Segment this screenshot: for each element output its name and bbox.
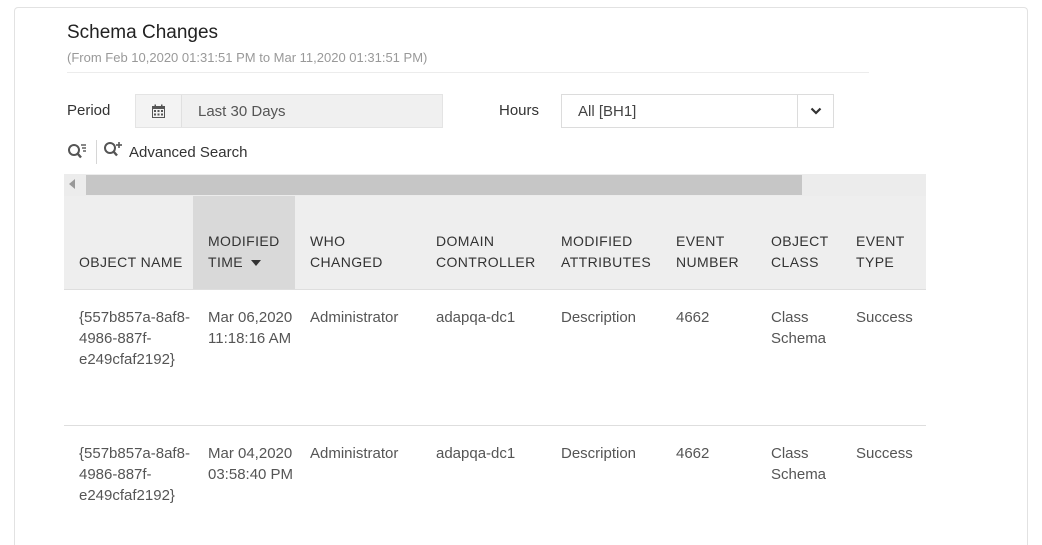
page-title: Schema Changes (67, 22, 219, 43)
date-range-subtitle: (From Feb 10,2020 01:31:51 PM to Mar 11,… (67, 50, 428, 65)
advanced-search-button[interactable]: Advanced Search (103, 141, 247, 163)
column-header-modified-attributes[interactable]: MODIFIED ATTRIBUTES (546, 196, 661, 289)
cell-event-number: 4662 (661, 288, 756, 425)
schema-changes-table: OBJECT NAME MODIFIED TIME WHO CHANGED DO… (64, 196, 926, 545)
cell-object-class: Class Schema (756, 424, 841, 545)
hours-value[interactable]: All [BH1] (562, 95, 797, 127)
table-row[interactable]: {557b857a-8af8-4986-887f-e249cfaf2192} M… (64, 424, 926, 545)
cell-object-name: {557b857a-8af8-4986-887f-e249cfaf2192} (64, 288, 193, 425)
column-header-domain-controller[interactable]: DOMAIN CONTROLLER (421, 196, 546, 289)
horizontal-scrollbar[interactable] (64, 174, 926, 196)
column-header-event-number[interactable]: EVENT NUMBER (661, 196, 756, 289)
cell-who-changed: Administrator (295, 424, 421, 545)
cell-domain-controller: adapqa-dc1 (421, 424, 546, 545)
cell-event-type: Success (841, 424, 926, 545)
cell-who-changed: Administrator (295, 288, 421, 425)
filter-search-icon[interactable] (67, 143, 87, 161)
cell-object-class: Class Schema (756, 288, 841, 425)
toolbar-divider (96, 140, 97, 164)
sort-descending-icon (251, 259, 262, 266)
chevron-down-icon[interactable] (797, 95, 833, 127)
cell-modified-attributes: Description (546, 288, 661, 425)
period-picker[interactable]: Last 30 Days (135, 94, 443, 128)
hours-select[interactable]: All [BH1] (561, 94, 834, 128)
column-header-who-changed[interactable]: WHO CHANGED (295, 196, 421, 289)
table-header-row: OBJECT NAME MODIFIED TIME WHO CHANGED DO… (64, 196, 926, 289)
scrollbar-thumb[interactable] (86, 175, 802, 195)
column-header-modified-time[interactable]: MODIFIED TIME (193, 196, 295, 289)
hours-label: Hours (499, 102, 540, 119)
report-panel: Schema Changes (From Feb 10,2020 01:31:5… (14, 7, 1028, 545)
cell-modified-time: Mar 04,2020 03:58:40 PM (193, 424, 295, 545)
cell-modified-attributes: Description (546, 424, 661, 545)
column-header-object-class[interactable]: OBJECT CLASS (756, 196, 841, 289)
advanced-search-label: Advanced Search (129, 143, 248, 161)
cell-domain-controller: adapqa-dc1 (421, 288, 546, 425)
search-plus-icon (103, 141, 123, 163)
column-header-object-name[interactable]: OBJECT NAME (64, 196, 193, 289)
cell-modified-time: Mar 06,2020 11:18:16 AM (193, 288, 295, 425)
title-divider (67, 72, 869, 73)
cell-event-type: Success (841, 288, 926, 425)
arrow-left-icon[interactable] (69, 179, 75, 189)
column-header-event-type[interactable]: EVENT TYPE (841, 196, 926, 289)
table-row[interactable]: {557b857a-8af8-4986-887f-e249cfaf2192} M… (64, 288, 926, 425)
cell-event-number: 4662 (661, 424, 756, 545)
period-value[interactable]: Last 30 Days (182, 95, 442, 127)
period-label: Period (67, 102, 111, 119)
cell-object-name: {557b857a-8af8-4986-887f-e249cfaf2192} (64, 424, 193, 545)
calendar-icon[interactable] (136, 95, 182, 127)
